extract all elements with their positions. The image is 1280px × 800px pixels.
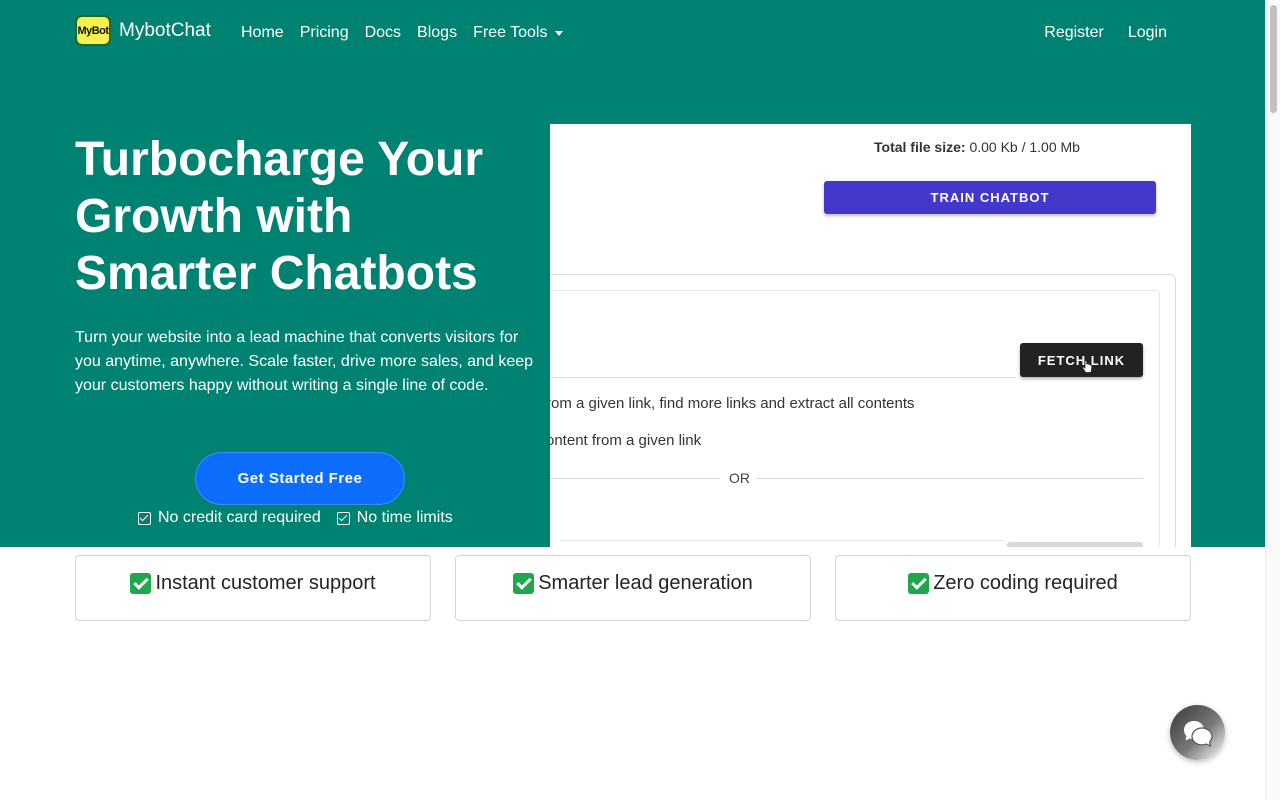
checkbox-icon xyxy=(336,511,350,525)
get-started-button[interactable]: Get Started Free xyxy=(195,452,405,505)
upload-button[interactable] xyxy=(1007,542,1143,547)
hero-headline: Turbocharge Your Growth with Smarter Cha… xyxy=(75,133,484,300)
single-page-option[interactable]: ontent from a given link xyxy=(550,432,701,449)
nav-docs[interactable]: Docs xyxy=(365,22,401,44)
hero-subtext: Turn your website into a lead machine th… xyxy=(75,329,534,394)
brand[interactable]: MyBot MybotChat xyxy=(75,15,211,46)
feature-card-support: Instant customer support xyxy=(75,555,431,621)
perks-list: No credit card required No time limits xyxy=(138,509,469,527)
nav-pricing[interactable]: Pricing xyxy=(300,22,349,44)
main-nav: Home Pricing Docs Blogs Free Tools xyxy=(241,22,579,44)
divider xyxy=(550,478,720,479)
perk-no-credit-card: No credit card required xyxy=(138,509,321,527)
or-divider-label: OR xyxy=(729,470,750,486)
logo-text: MyBot xyxy=(77,24,109,37)
total-file-size: Total file size: 0.00 Kb / 1.00 Mb xyxy=(874,139,1080,155)
train-chatbot-button[interactable]: TRAIN CHATBOT xyxy=(824,181,1156,214)
hero-section: MyBot MybotChat Home Pricing Docs Blogs … xyxy=(0,0,1265,547)
chat-bubble-icon xyxy=(1184,721,1213,747)
nav-home[interactable]: Home xyxy=(241,22,284,44)
auth-nav: Register Login xyxy=(1044,22,1167,44)
page-scrollbar[interactable] xyxy=(1265,0,1280,800)
crawl-option[interactable]: rom a given link, find more links and ex… xyxy=(550,395,915,412)
perk-label: No credit card required xyxy=(158,509,321,526)
feature-card-no-code: Zero coding required xyxy=(835,555,1191,621)
feature-label: Instant customer support xyxy=(155,572,376,594)
check-mark-icon xyxy=(513,573,535,594)
nav-blogs[interactable]: Blogs xyxy=(417,22,457,44)
chevron-down-icon xyxy=(555,31,564,36)
checkbox-icon xyxy=(138,511,151,525)
nav-free-tools-dropdown[interactable]: Free Tools xyxy=(473,22,564,44)
file-size-label: Total file size: xyxy=(874,139,966,155)
perk-label: No time limits xyxy=(356,509,453,526)
login-link[interactable]: Login xyxy=(1128,22,1167,44)
logo: MyBot xyxy=(75,15,111,46)
feature-card-lead-gen: Smarter lead generation xyxy=(455,555,811,621)
product-screenshot: Total file size: 0.00 Kb / 1.00 Mb TRAIN… xyxy=(550,124,1191,547)
brand-name[interactable]: MybotChat xyxy=(119,20,211,42)
check-mark-icon xyxy=(908,573,930,594)
chat-widget-button[interactable] xyxy=(1170,705,1225,760)
link-source-card xyxy=(550,290,1160,547)
scrollbar-thumb[interactable] xyxy=(1270,5,1277,113)
perk-no-time-limits: No time limits xyxy=(336,509,453,527)
nav-free-tools-label: Free Tools xyxy=(473,24,548,41)
divider xyxy=(756,478,1143,479)
file-size-value: 0.00 Kb / 1.00 Mb xyxy=(969,139,1080,155)
feature-label: Smarter lead generation xyxy=(538,572,753,594)
register-link[interactable]: Register xyxy=(1044,22,1104,44)
input-underline xyxy=(560,540,1005,541)
pointer-cursor-icon xyxy=(1082,360,1093,373)
feature-label: Zero coding required xyxy=(933,572,1118,594)
check-mark-icon xyxy=(130,573,152,594)
url-input-underline[interactable] xyxy=(550,377,1016,378)
